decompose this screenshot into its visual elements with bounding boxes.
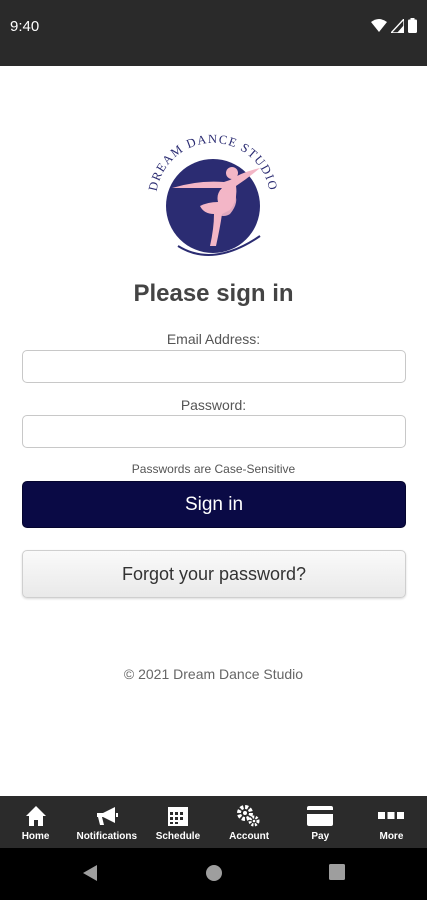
status-icons (371, 18, 417, 33)
wifi-icon (371, 18, 387, 32)
tab-account-label: Account (229, 831, 270, 842)
status-bar: 9:40 (0, 0, 427, 66)
tab-pay-label: Pay (311, 831, 330, 842)
tab-schedule-label: Schedule (155, 831, 201, 842)
copyright-text: © 2021 Dream Dance Studio (123, 666, 304, 682)
tab-pay[interactable]: Pay (285, 796, 356, 848)
credit-card-icon (307, 804, 334, 828)
tab-schedule[interactable]: Schedule (142, 796, 213, 848)
tab-home[interactable]: Home (0, 796, 71, 848)
email-field[interactable] (22, 350, 406, 383)
tab-notifications[interactable]: Notifications (71, 796, 142, 848)
system-nav-bar (0, 848, 427, 900)
sign-in-button[interactable]: Sign in (22, 481, 406, 528)
password-field[interactable] (22, 415, 406, 448)
dream-dance-studio-logo-icon: DREAM DANCE STUDIO (146, 132, 279, 256)
dots-icon (378, 804, 405, 828)
home-circle-icon[interactable] (205, 864, 223, 882)
tab-more[interactable]: More (356, 796, 427, 848)
bottom-tab-bar: Home Notifications Schedule Account Pay … (0, 796, 427, 848)
battery-icon (408, 18, 417, 33)
gears-icon (237, 804, 261, 828)
calendar-icon (167, 804, 189, 828)
status-time: 9:40 (10, 18, 40, 35)
page-title: Please sign in (133, 280, 294, 307)
back-icon[interactable] (82, 864, 98, 882)
tab-home-label: Home (21, 831, 50, 842)
case-sensitive-note: Passwords are Case-Sensitive (131, 462, 296, 476)
home-icon (25, 804, 47, 828)
password-label: Password: (180, 397, 247, 413)
megaphone-icon (95, 804, 119, 828)
tab-more-label: More (379, 831, 404, 842)
signal-icon (391, 18, 404, 33)
recents-icon[interactable] (329, 864, 345, 880)
tab-notifications-label: Notifications (76, 831, 138, 842)
forgot-password-button[interactable]: Forgot your password? (22, 550, 406, 598)
tab-account[interactable]: Account (214, 796, 285, 848)
studio-logo: DREAM DANCE STUDIO (138, 128, 288, 268)
email-label: Email Address: (166, 331, 261, 347)
